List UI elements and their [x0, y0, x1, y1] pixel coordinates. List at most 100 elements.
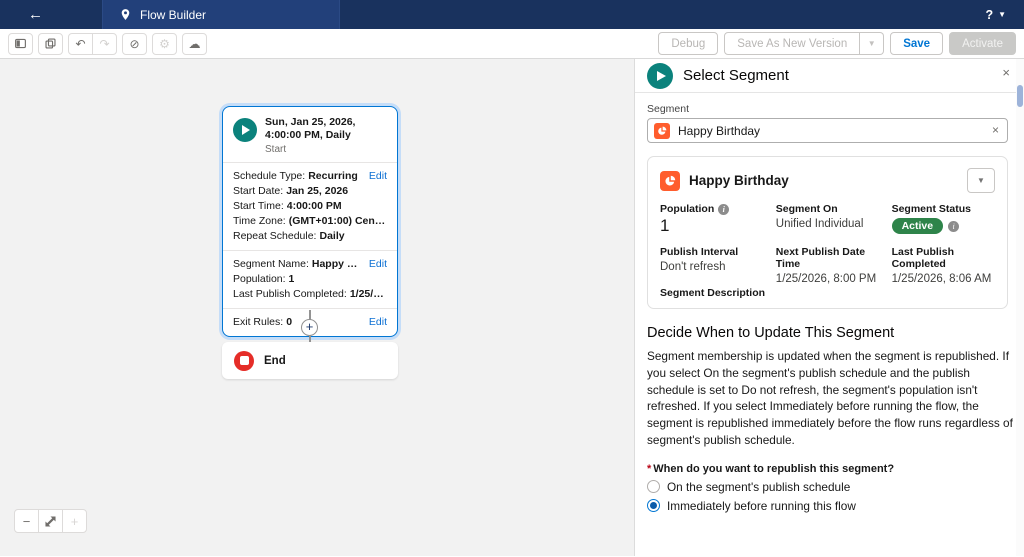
start-node[interactable]: Sun, Jan 25, 2026, 4:00:00 PM, Daily Sta… [222, 106, 398, 337]
question-text: When do you want to republish this segme… [653, 463, 894, 475]
radio-option-publish-schedule[interactable]: On the segment's publish schedule [647, 480, 1008, 494]
save-as-new-version-combo: Save As New Version ▼ [724, 32, 884, 55]
row-label: Exit Rules: [233, 315, 283, 330]
panel-toggle-icon [14, 37, 27, 50]
segment-name: Happy Birthday [689, 173, 789, 188]
segment-actions-menu-button[interactable]: ▼ [967, 168, 995, 193]
field-segment-on: Segment On Unified Individual [776, 203, 892, 236]
radio-option-immediately[interactable]: Immediately before running this flow [647, 499, 1008, 513]
zoom-to-fit-button[interactable] [38, 509, 63, 533]
copy-elements-button[interactable] [38, 33, 63, 55]
undo-button[interactable]: ↶ [68, 33, 93, 55]
row-value: 1 [289, 272, 295, 287]
segment-details-card: Happy Birthday ▼ Population i 1 Segment … [647, 156, 1008, 309]
flow-canvas[interactable]: Sun, Jan 25, 2026, 4:00:00 PM, Daily Sta… [0, 59, 634, 556]
add-element-button[interactable]: + [301, 319, 318, 336]
segment-lookup-input[interactable]: Happy Birthday × [647, 118, 1008, 143]
field-population: Population i 1 [660, 203, 776, 236]
field-label: Next Publish Date Time [776, 246, 892, 270]
top-nav: ← Flow Builder ? ▼ [0, 0, 1024, 29]
redo-button[interactable]: ↷ [92, 33, 117, 55]
row-value: 1/25/2026, 8:... [350, 287, 387, 302]
field-value: Unified Individual [776, 218, 892, 230]
zoom-out-button[interactable]: − [14, 509, 39, 533]
activate-button[interactable]: Activate [949, 32, 1016, 55]
schedule-row: Schedule Type: Recurring Edit [233, 169, 387, 184]
row-label: Schedule Type: [233, 169, 305, 184]
toolbar-left-group: ↶ ↷ ⊘ ⚙ ☁ [8, 33, 207, 55]
save-button[interactable]: Save [890, 32, 943, 55]
row-value: Jan 25, 2026 [286, 184, 348, 199]
builder-toolbar: ↶ ↷ ⊘ ⚙ ☁ Debug Save As New Version ▼ Sa… [0, 29, 1024, 59]
toolbar-right-group: Debug Save As New Version ▼ Save Activat… [658, 32, 1016, 55]
row-value: Daily [319, 229, 344, 244]
edit-exit-rules-link[interactable]: Edit [363, 315, 387, 330]
debug-button[interactable]: Debug [658, 32, 718, 55]
row-label: Population: [233, 272, 286, 287]
status-badge: Active [892, 218, 944, 234]
row-label: Time Zone: [233, 214, 286, 229]
segment-icon [660, 171, 680, 191]
segment-row: Segment Name: Happy Birthday Edit [233, 257, 387, 272]
end-node-label: End [264, 355, 286, 367]
view-tests-button[interactable]: ☁ [182, 33, 207, 55]
field-label: Publish Interval [660, 246, 738, 258]
panel-body: Segment Happy Birthday × Happy Birthday … [635, 93, 1024, 513]
row-value: (GMT+01:00) Central Eur... [289, 214, 387, 229]
field-publish-interval: Publish Interval Don't refresh [660, 246, 776, 285]
save-as-new-version-button[interactable]: Save As New Version [724, 32, 860, 55]
panel-scrollbar[interactable] [1016, 59, 1024, 556]
info-icon[interactable]: i [948, 221, 959, 232]
segment-icon [654, 123, 670, 139]
location-pin-icon [119, 8, 132, 21]
flow-errors-button[interactable]: ⊘ [122, 33, 147, 55]
help-menu[interactable]: ? ▼ [985, 0, 1006, 29]
select-segment-panel: Select Segment × Segment Happy Birthday … [634, 59, 1024, 556]
schedule-row: Start Time: 4:00:00 PM [233, 199, 387, 214]
update-section-heading: Decide When to Update This Segment [647, 325, 1008, 341]
radio-selected-icon[interactable] [647, 499, 660, 512]
end-node[interactable]: End [222, 342, 398, 379]
row-label: Start Time: [233, 199, 284, 214]
scrollbar-thumb[interactable] [1017, 85, 1023, 107]
schedule-row: Time Zone: (GMT+01:00) Central Eur... [233, 214, 387, 229]
row-value: Happy Birthday [312, 257, 363, 272]
required-asterisk: * [647, 463, 651, 475]
row-value: 4:00:00 PM [287, 199, 342, 214]
field-label: Last Publish Completed [892, 246, 995, 270]
canvas-zoom-controls: − + [14, 509, 87, 533]
radio-label: On the segment's publish schedule [667, 480, 850, 494]
schedule-row: Start Date: Jan 25, 2026 [233, 184, 387, 199]
row-label: Segment Name: [233, 257, 309, 272]
toggle-toolbox-button[interactable] [8, 33, 33, 55]
help-label: ? [985, 8, 993, 22]
start-node-subtitle: Start [265, 144, 387, 155]
edit-schedule-link[interactable]: Edit [363, 169, 387, 184]
panel-title: Select Segment [683, 67, 789, 84]
edit-segment-link[interactable]: Edit [363, 257, 387, 272]
app-tab-flow-builder[interactable]: Flow Builder [102, 0, 340, 29]
republish-question-label: *When do you want to republish this segm… [647, 463, 1008, 475]
field-value: 1/25/2026, 8:06 AM [892, 273, 995, 285]
segment-description-label: Segment Description [660, 287, 995, 299]
start-schedule-section: Schedule Type: Recurring Edit Start Date… [223, 162, 397, 250]
start-play-icon [233, 118, 257, 142]
back-button[interactable]: ← [28, 0, 43, 29]
save-options-caret-button[interactable]: ▼ [860, 32, 884, 55]
field-value: Don't refresh [660, 261, 776, 273]
row-label: Start Date: [233, 184, 283, 199]
row-value: 0 [286, 315, 292, 330]
clear-selection-icon[interactable]: × [992, 123, 999, 137]
radio-unselected-icon[interactable] [647, 480, 660, 493]
zoom-in-button[interactable]: + [62, 509, 87, 533]
update-section-body: Segment membership is updated when the s… [647, 348, 1019, 449]
field-last-publish: Last Publish Completed 1/25/2026, 8:06 A… [892, 246, 995, 285]
undo-redo-group: ↶ ↷ [68, 33, 117, 55]
info-icon[interactable]: i [718, 204, 729, 215]
close-panel-button[interactable]: × [1002, 65, 1010, 80]
row-label: Repeat Schedule: [233, 229, 316, 244]
segment-lookup-value: Happy Birthday [678, 124, 760, 138]
field-label: Segment On [776, 203, 838, 215]
flow-settings-button[interactable]: ⚙ [152, 33, 177, 55]
schedule-row: Repeat Schedule: Daily [233, 229, 387, 244]
